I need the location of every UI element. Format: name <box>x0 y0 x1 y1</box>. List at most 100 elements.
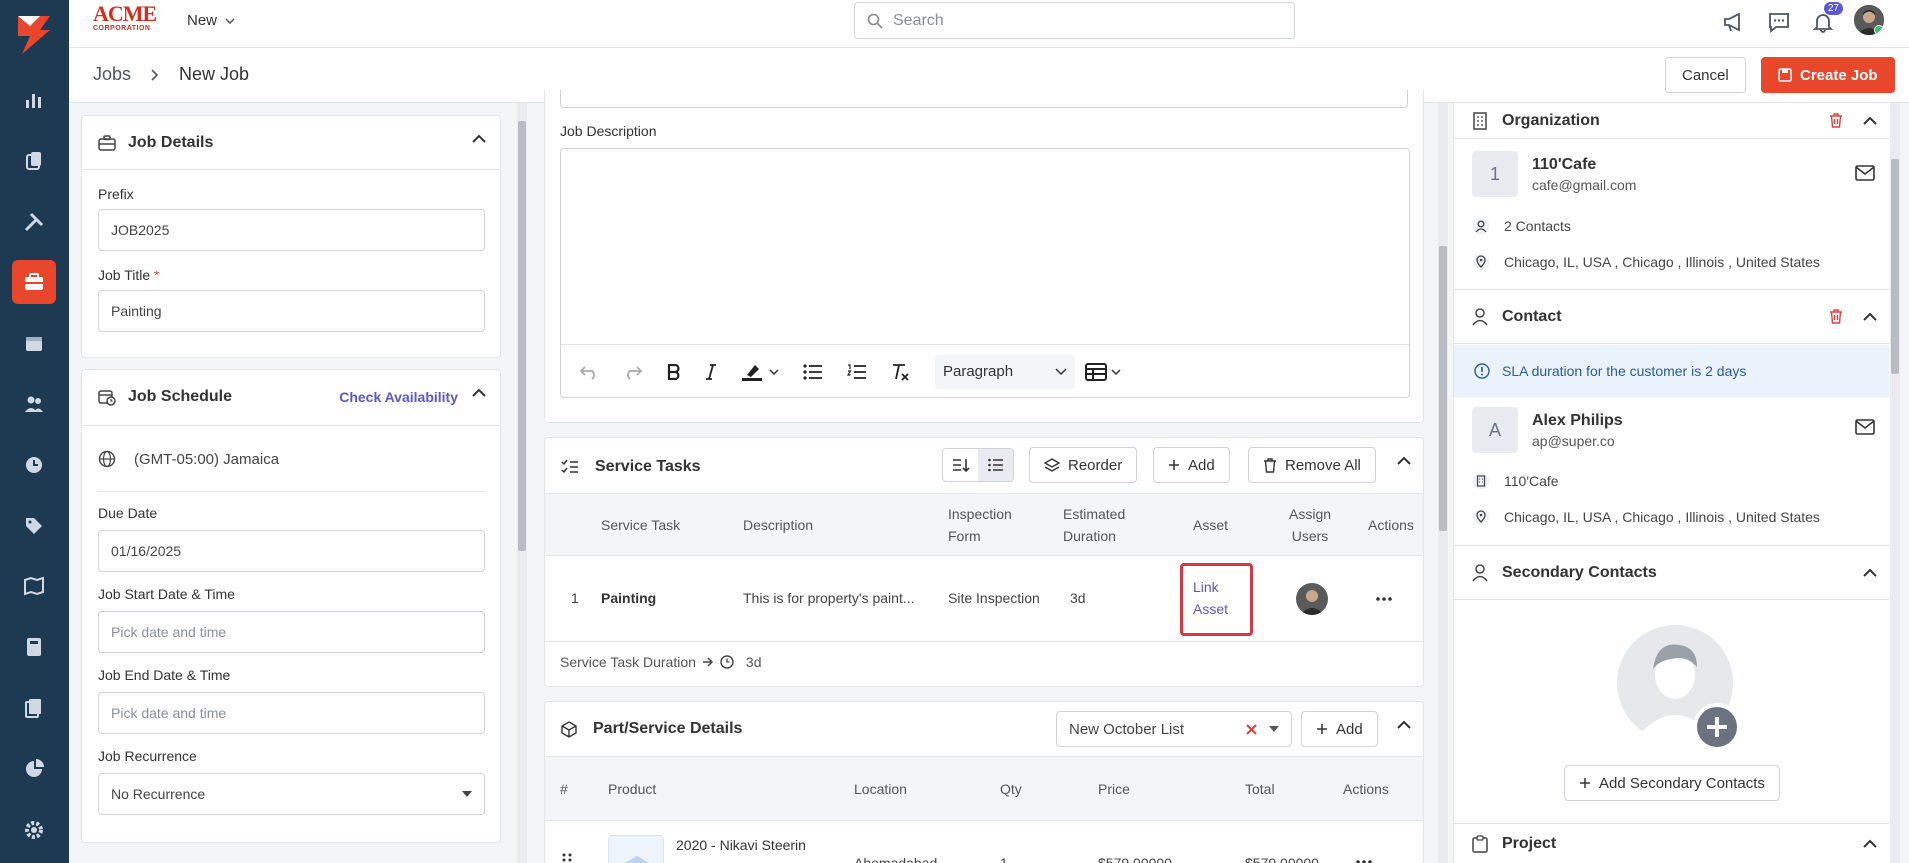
chat-icon[interactable] <box>1765 8 1793 36</box>
job-description-editor[interactable]: Paragraph <box>560 148 1410 398</box>
remove-all-label: Remove All <box>1285 456 1361 474</box>
organization-name[interactable]: 110'Cafe <box>1532 156 1636 174</box>
timezone-row[interactable]: (GMT-05:00) Jamaica <box>98 450 279 468</box>
list-view-button[interactable] <box>978 449 1013 481</box>
create-job-button[interactable]: Create Job <box>1761 57 1895 93</box>
nav-clipboard-icon[interactable] <box>12 139 56 183</box>
email-organization-icon[interactable] <box>1855 165 1875 181</box>
chevron-up-icon[interactable] <box>1397 720 1411 729</box>
col-assign-line1: Assign <box>1289 506 1332 522</box>
email-contact-icon[interactable] <box>1855 419 1875 435</box>
job-schedule-title: Job Schedule <box>128 388 233 405</box>
parts-header: Part/Service Details <box>561 720 742 738</box>
contact-avatar: A <box>1472 407 1518 453</box>
check-availability-link[interactable]: Check Availability <box>339 389 458 405</box>
col-price: Price <box>1098 781 1130 797</box>
numbered-list-icon[interactable] <box>847 363 867 380</box>
contact-name[interactable]: Alex Philips <box>1532 412 1623 430</box>
project-header[interactable]: Project <box>1454 824 1889 863</box>
contact-header[interactable]: Contact <box>1454 290 1889 344</box>
nav-calculator-icon[interactable] <box>12 625 56 669</box>
add-secondary-contacts-button[interactable]: Add Secondary Contacts <box>1564 765 1780 801</box>
add-task-button[interactable]: Add <box>1153 447 1230 483</box>
nav-clock-icon[interactable] <box>12 443 56 487</box>
notifications-bell-icon[interactable]: 27 <box>1809 2 1843 36</box>
middle-column-scrollbar[interactable] <box>1438 103 1448 863</box>
recurrence-select[interactable]: No Recurrence <box>98 773 485 815</box>
reorder-button[interactable]: Reorder <box>1029 447 1138 483</box>
nav-calendar-icon[interactable] <box>12 321 56 365</box>
job-schedule-header[interactable]: Job Schedule Check Availability <box>82 370 500 424</box>
nav-documents-icon[interactable] <box>12 686 56 730</box>
sort-view-button[interactable] <box>943 449 978 481</box>
paragraph-style-value: Paragraph <box>943 363 1014 380</box>
bold-icon[interactable] <box>667 363 681 380</box>
nav-users-icon[interactable] <box>12 382 56 426</box>
app-logo-icon[interactable] <box>10 10 58 58</box>
paragraph-style-select[interactable]: Paragraph <box>935 354 1075 389</box>
nav-reports-icon[interactable] <box>12 78 56 122</box>
link-asset-line2: Asset <box>1193 601 1229 617</box>
nav-map-icon[interactable] <box>12 564 56 608</box>
prefix-input[interactable]: JOB2025 <box>98 209 485 251</box>
bullet-list-icon[interactable] <box>803 363 823 380</box>
table-insert-button[interactable] <box>1085 362 1121 381</box>
assigned-user-avatar[interactable] <box>1296 583 1328 615</box>
cancel-button[interactable]: Cancel <box>1665 57 1746 93</box>
chevron-up-icon[interactable] <box>1863 568 1877 577</box>
add-part-label: Add <box>1336 720 1363 738</box>
link-asset-link[interactable]: Link Asset <box>1180 563 1253 636</box>
chevron-up-icon[interactable] <box>472 134 486 143</box>
right-panel-scrollbar[interactable] <box>1890 103 1900 863</box>
nav-analytics-icon[interactable] <box>12 747 56 791</box>
row-qty: 1 <box>1000 855 1008 863</box>
chevron-up-icon[interactable] <box>1863 839 1877 848</box>
delete-contact-icon[interactable] <box>1829 309 1843 324</box>
highlight-color-picker[interactable] <box>741 363 779 381</box>
new-dropdown-label: New <box>187 12 218 29</box>
drag-handle-icon[interactable] <box>562 853 572 863</box>
job-title-input[interactable]: Painting <box>98 290 485 332</box>
nav-jobs-icon[interactable] <box>12 260 56 304</box>
end-date-input[interactable]: Pick date and time <box>98 692 485 734</box>
search-input[interactable]: Search <box>854 2 1295 39</box>
chevron-right-icon <box>151 68 159 81</box>
undo-icon[interactable] <box>579 364 599 380</box>
start-date-input[interactable]: Pick date and time <box>98 611 485 653</box>
table-row[interactable]: 1 Painting This is for property's paint.… <box>545 556 1423 642</box>
nav-tools-icon[interactable] <box>12 200 56 244</box>
table-row[interactable]: 2020 - Nikavi Steerin Ahemadabad 1 $579.… <box>545 821 1423 863</box>
user-avatar[interactable] <box>1854 5 1884 35</box>
delete-organization-icon[interactable] <box>1829 113 1843 128</box>
chevron-up-icon[interactable] <box>1863 312 1877 321</box>
breadcrumb: Jobs New Job <box>93 64 249 85</box>
chevron-up-icon[interactable] <box>1863 116 1877 125</box>
service-tasks-title: Service Tasks <box>595 458 701 475</box>
chevron-up-icon[interactable] <box>1397 456 1411 465</box>
due-date-input[interactable]: 01/16/2025 <box>98 530 485 572</box>
clear-icon[interactable] <box>1246 723 1257 735</box>
italic-icon[interactable] <box>705 363 717 380</box>
nav-tag-icon[interactable] <box>12 504 56 548</box>
chevron-up-icon[interactable] <box>472 388 486 397</box>
announcement-icon[interactable] <box>1720 8 1748 36</box>
col-asset: Asset <box>1193 517 1229 533</box>
remove-all-button[interactable]: Remove All <box>1248 447 1376 483</box>
new-dropdown[interactable]: New <box>187 12 235 29</box>
price-list-select[interactable]: New October List <box>1056 711 1292 747</box>
more-actions-icon[interactable] <box>1376 597 1392 601</box>
clear-format-icon[interactable] <box>891 363 911 381</box>
secondary-contacts-header[interactable]: Secondary Contacts <box>1454 546 1889 600</box>
caret-down-icon <box>1269 726 1279 732</box>
organization-header[interactable]: Organization <box>1454 103 1889 139</box>
job-details-header[interactable]: Job Details <box>82 116 500 170</box>
left-column-scrollbar[interactable] <box>517 103 527 863</box>
redo-icon[interactable] <box>623 364 643 380</box>
contact-org-row: 110'Cafe <box>1472 472 1559 490</box>
breadcrumb-jobs[interactable]: Jobs <box>93 64 131 85</box>
nav-settings-icon[interactable] <box>12 808 56 852</box>
add-part-button[interactable]: Add <box>1301 711 1378 747</box>
search-placeholder: Search <box>893 11 944 29</box>
organization-contacts-row[interactable]: 2 Contacts <box>1472 217 1571 235</box>
organization-avatar: 1 <box>1472 151 1518 197</box>
